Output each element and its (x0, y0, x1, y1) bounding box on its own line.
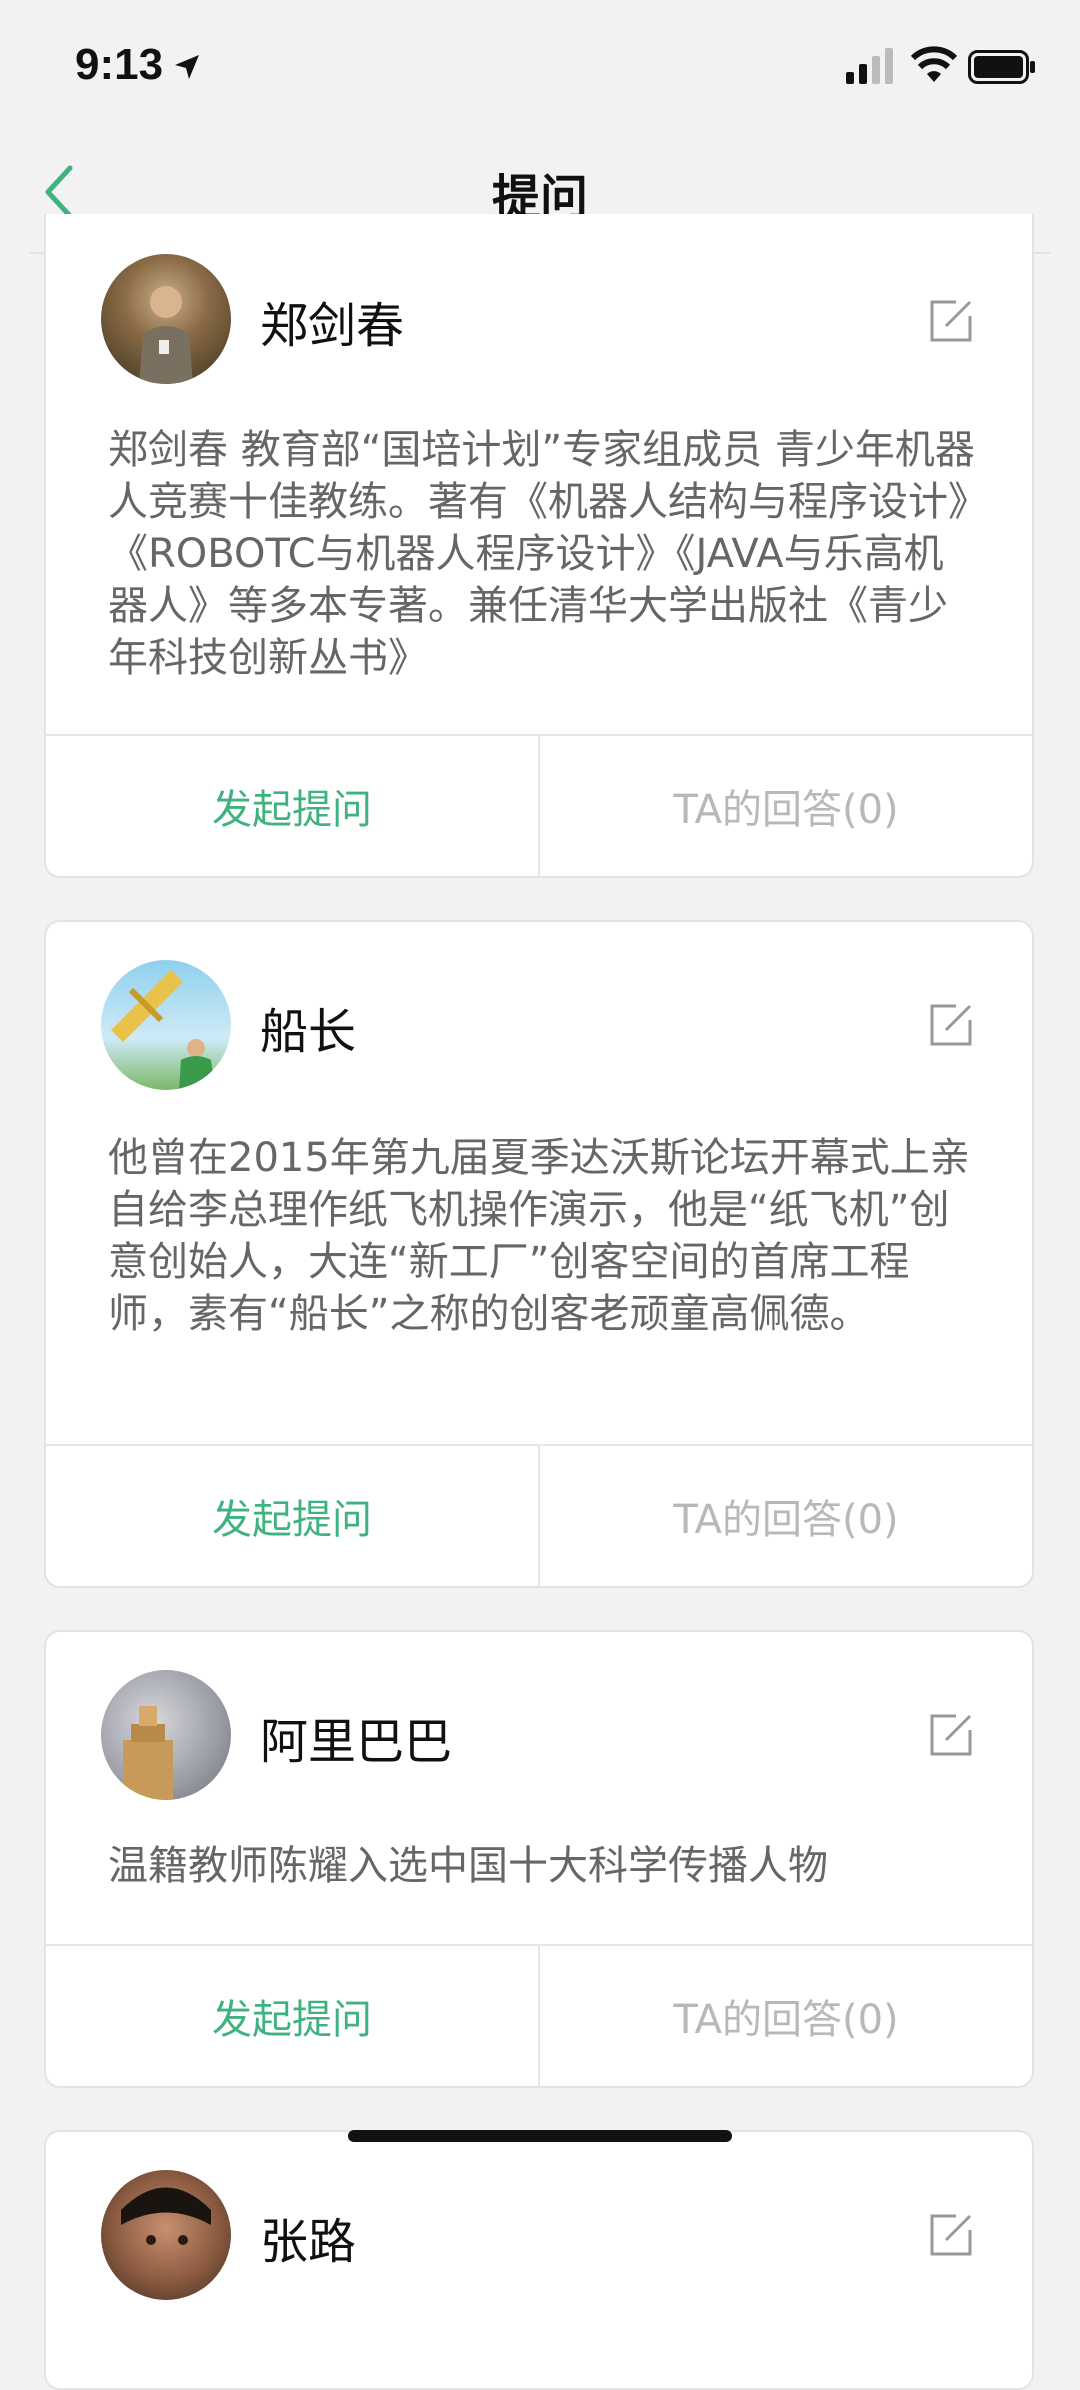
expert-description: 温籍教师陈耀入选中国十大科学传播人物 (108, 1843, 828, 1889)
expert-description: 郑剑春 教育部“国培计划”专家组成员 青少年机器人竞赛十佳教练。著有《机器人结构… (108, 427, 975, 681)
ask-question-button[interactable]: 发起提问 (46, 1946, 540, 2086)
expert-name: 郑剑春 (260, 298, 405, 354)
edit-icon[interactable] (926, 2210, 976, 2260)
expert-description: 他曾在2015年第九届夏季达沃斯论坛开幕式上亲自给李总理作纸飞机操作演示，他是“… (108, 1135, 970, 1337)
card-actions: 发起提问 TA的回答(0) (46, 1444, 1032, 1586)
ask-question-button[interactable]: 发起提问 (46, 736, 540, 876)
avatar[interactable] (101, 960, 231, 1090)
edit-icon[interactable] (926, 1710, 976, 1760)
home-indicator[interactable] (348, 2130, 732, 2142)
expert-name: 阿里巴巴 (260, 1714, 453, 1770)
answers-button[interactable]: TA的回答(0) (540, 1446, 1032, 1586)
expert-card: 船长 他曾在2015年第九届夏季达沃斯论坛开幕式上亲自给李总理作纸飞机操作演示，… (44, 920, 1034, 1588)
avatar[interactable] (101, 2170, 231, 2300)
status-time: 9:13 (75, 40, 164, 89)
battery-icon (968, 50, 1035, 84)
edit-icon[interactable] (926, 1000, 976, 1050)
avatar[interactable] (101, 1670, 231, 1800)
expert-name: 张路 (260, 2214, 357, 2270)
expert-card: 张路 (44, 2130, 1034, 2390)
card-actions: 发起提问 TA的回答(0) (46, 1944, 1032, 2086)
location-arrow-icon (175, 55, 199, 79)
cellular-signal-icon (846, 48, 893, 84)
ask-question-button[interactable]: 发起提问 (46, 1446, 540, 1586)
expert-card: 郑剑春 郑剑春 教育部“国培计划”专家组成员 青少年机器人竞赛十佳教练。著有《机… (44, 214, 1034, 878)
avatar[interactable] (101, 254, 231, 384)
wifi-icon (910, 46, 958, 82)
expert-name: 船长 (260, 1004, 357, 1060)
card-actions: 发起提问 TA的回答(0) (46, 734, 1032, 876)
answers-button[interactable]: TA的回答(0) (540, 1946, 1032, 2086)
answers-button[interactable]: TA的回答(0) (540, 736, 1032, 876)
expert-card: 阿里巴巴 温籍教师陈耀入选中国十大科学传播人物 发起提问 TA的回答(0) (44, 1630, 1034, 2088)
edit-icon[interactable] (926, 296, 976, 346)
status-bar: 9:13 (0, 0, 1080, 130)
